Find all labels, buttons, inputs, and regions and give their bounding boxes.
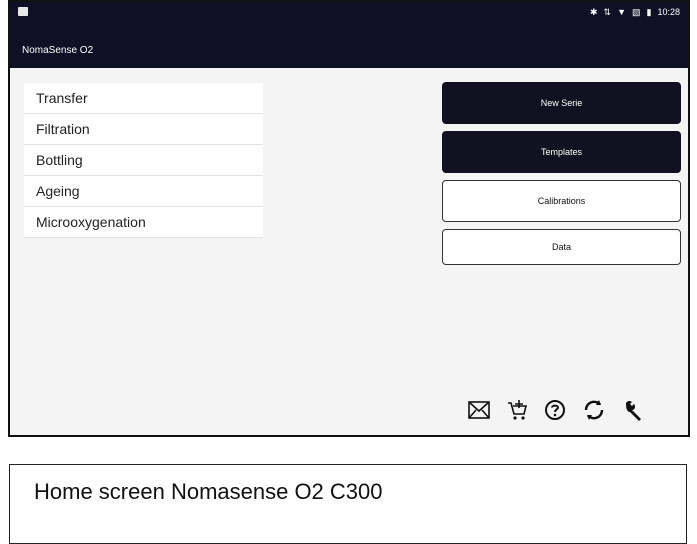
menu-list: Transfer Filtration Bottling Ageing Micr… bbox=[24, 83, 263, 238]
signal-icon: ⇅ bbox=[603, 7, 612, 17]
bottom-toolbar bbox=[468, 398, 646, 422]
menu-item-ageing[interactable]: Ageing bbox=[24, 176, 263, 207]
status-time: 10:28 bbox=[657, 7, 680, 17]
app-title: NomaSense O2 bbox=[22, 45, 94, 56]
sync-icon[interactable] bbox=[582, 398, 606, 422]
mail-icon[interactable] bbox=[468, 401, 490, 419]
wrench-icon[interactable] bbox=[622, 398, 646, 422]
status-icons: ✱ ⇅ ▼ ▧ ▮ 10:28 bbox=[590, 7, 680, 18]
cart-add-icon[interactable] bbox=[506, 399, 528, 421]
status-bar: ✱ ⇅ ▼ ▧ ▮ 10:28 bbox=[10, 2, 688, 24]
data-button[interactable]: Data bbox=[442, 229, 681, 265]
caption-text: Home screen Nomasense O2 C300 bbox=[34, 479, 383, 504]
battery-icon: ▮ bbox=[646, 7, 652, 17]
menu-item-filtration[interactable]: Filtration bbox=[24, 114, 263, 145]
templates-button[interactable]: Templates bbox=[442, 131, 681, 173]
no-sim-icon: ▧ bbox=[632, 7, 641, 17]
wifi-icon: ▼ bbox=[617, 7, 626, 17]
bluetooth-icon: ✱ bbox=[589, 7, 598, 17]
app-bar: NomaSense O2 bbox=[10, 24, 688, 68]
menu-item-bottling[interactable]: Bottling bbox=[24, 145, 263, 176]
caption-box: Home screen Nomasense O2 C300 bbox=[9, 464, 687, 544]
menu-item-transfer[interactable]: Transfer bbox=[24, 83, 263, 114]
menu-item-microoxygenation[interactable]: Microoxygenation bbox=[24, 207, 263, 238]
new-serie-button[interactable]: New Serie bbox=[442, 82, 681, 124]
calibrations-button[interactable]: Calibrations bbox=[442, 180, 681, 222]
image-icon bbox=[18, 7, 28, 16]
help-icon[interactable] bbox=[544, 399, 566, 421]
device-screen: ✱ ⇅ ▼ ▧ ▮ 10:28 NomaSense O2 Transfer Fi… bbox=[8, 0, 690, 437]
